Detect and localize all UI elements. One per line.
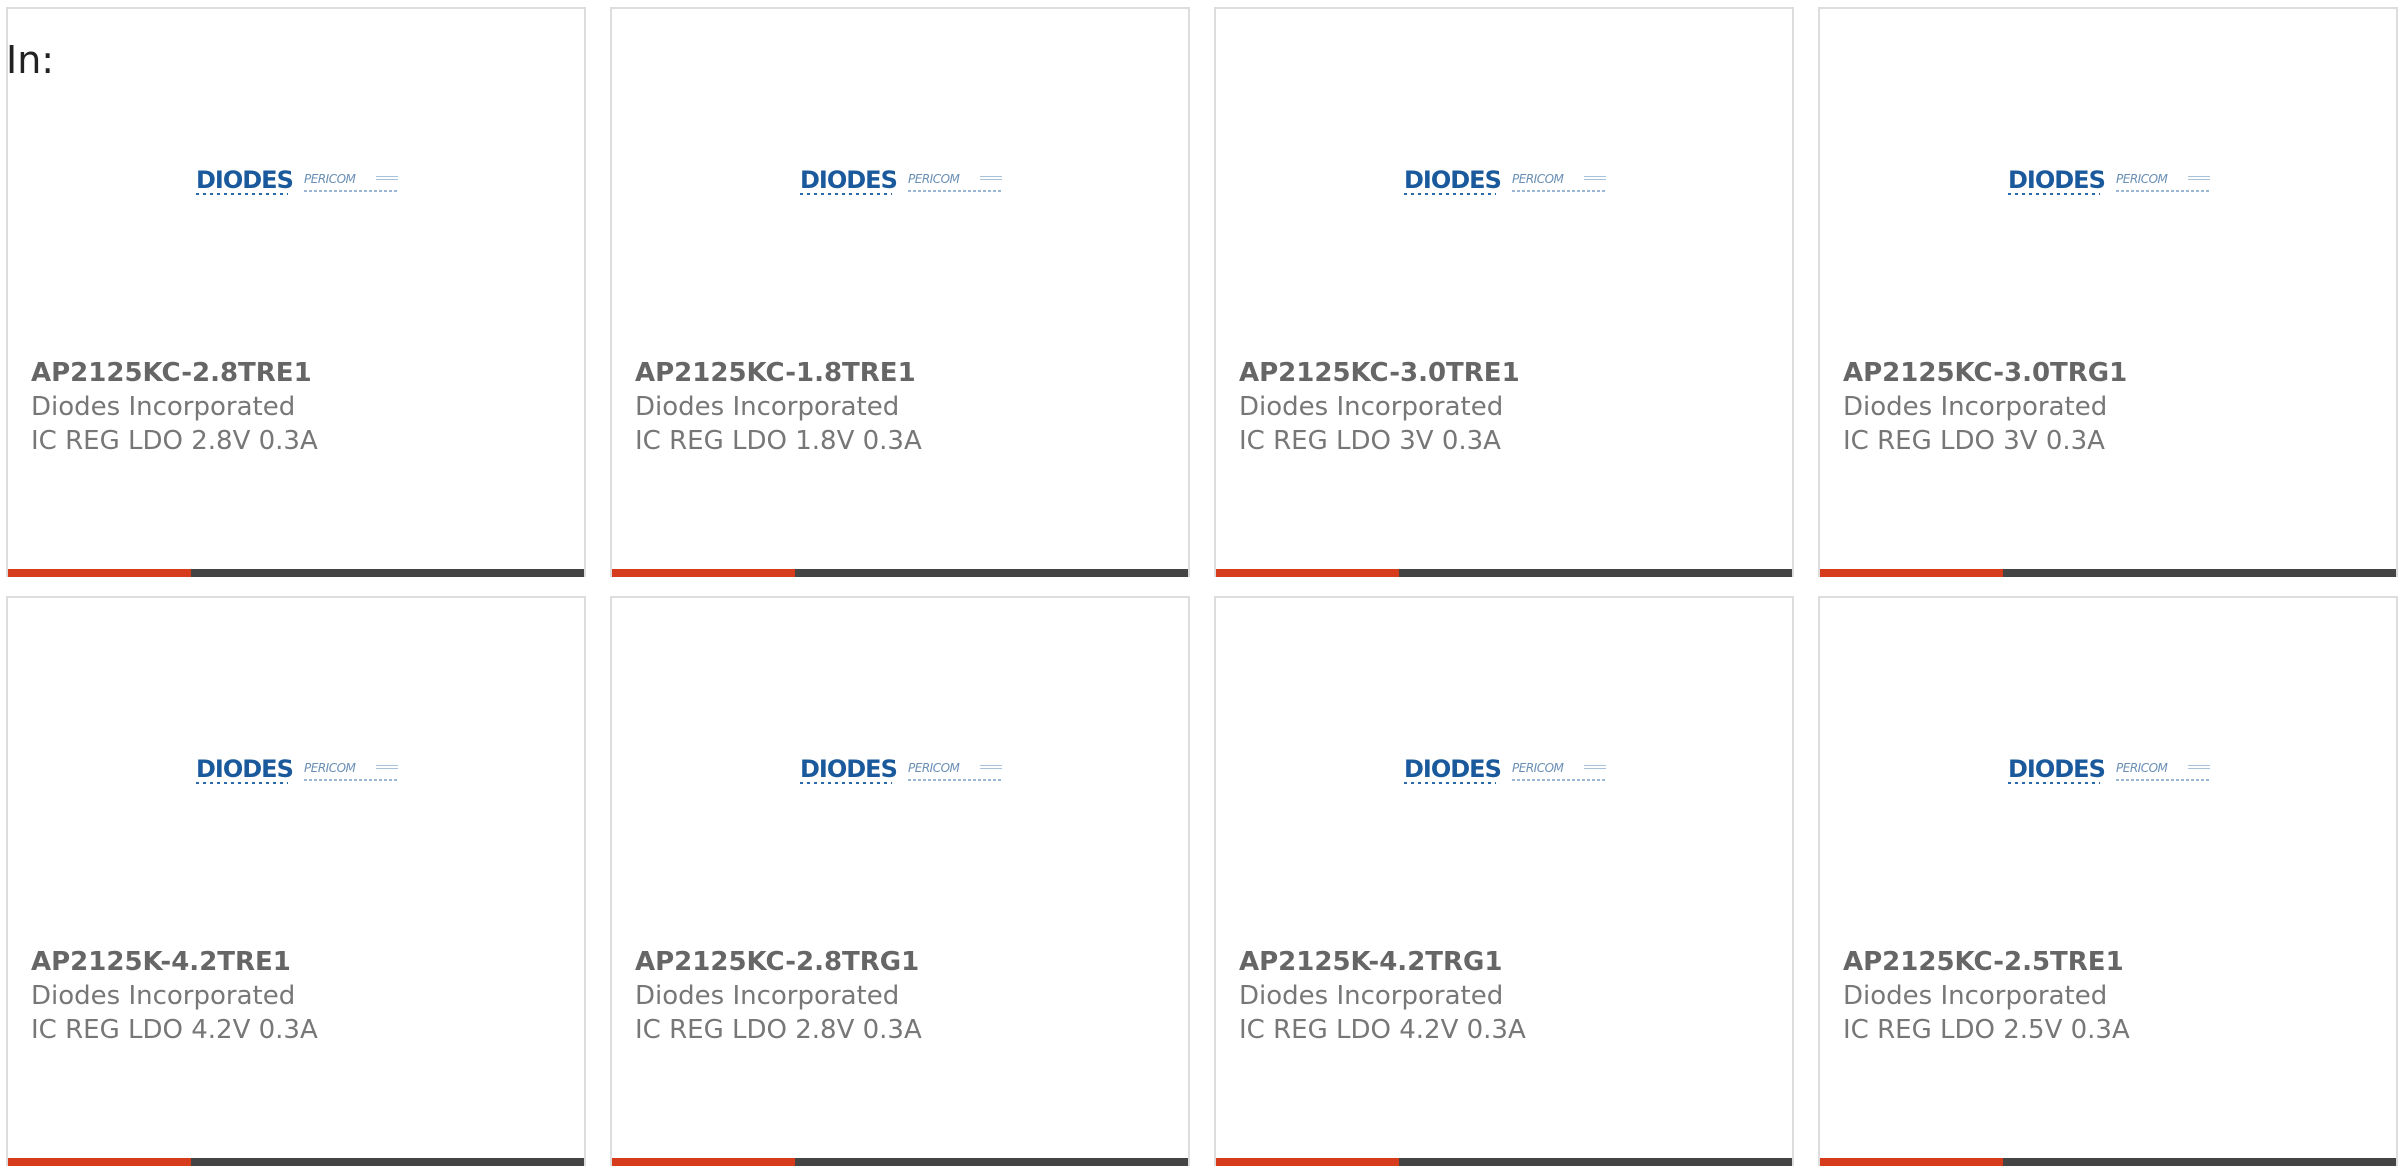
card-footer-bar bbox=[1820, 569, 2396, 577]
card-footer-accent bbox=[612, 569, 795, 577]
card-footer-bar bbox=[612, 569, 1188, 577]
card-footer-accent bbox=[1820, 569, 2003, 577]
card-footer-bar bbox=[1216, 1158, 1792, 1166]
card-footer-bar bbox=[1216, 569, 1792, 577]
logo-tagline-mark bbox=[980, 765, 1002, 771]
manufacturer-logo: DIODES PERICOM bbox=[1404, 168, 1614, 200]
section-heading: In: bbox=[6, 38, 55, 82]
manufacturer-logo: DIODES PERICOM bbox=[196, 757, 406, 789]
logo-secondary-text: PERICOM bbox=[908, 172, 960, 186]
manufacturer-name: Diodes Incorporated bbox=[31, 981, 296, 1011]
logo-tagline-underline bbox=[1512, 779, 1606, 781]
card-footer-accent bbox=[1820, 1158, 2003, 1166]
part-number[interactable]: AP2125K-4.2TRG1 bbox=[1239, 947, 1502, 977]
product-card[interactable]: DIODES PERICOM AP2125KC-3.0TRG1 Diodes I… bbox=[1818, 7, 2398, 577]
logo-main-text: DIODES bbox=[196, 755, 294, 783]
card-footer-accent bbox=[1216, 569, 1399, 577]
logo-tagline-mark bbox=[1584, 765, 1606, 771]
manufacturer-name: Diodes Incorporated bbox=[1239, 981, 1504, 1011]
manufacturer-logo: DIODES PERICOM bbox=[800, 757, 1010, 789]
logo-secondary-text: PERICOM bbox=[304, 172, 356, 186]
logo-tagline-mark bbox=[376, 765, 398, 771]
logo-secondary-text: PERICOM bbox=[2116, 172, 2168, 186]
logo-underline bbox=[196, 193, 288, 195]
logo-secondary-text: PERICOM bbox=[304, 761, 356, 775]
manufacturer-logo: DIODES PERICOM bbox=[2008, 757, 2218, 789]
logo-tagline-underline bbox=[908, 779, 1002, 781]
logo-underline bbox=[196, 782, 288, 784]
logo-underline bbox=[2008, 193, 2100, 195]
logo-tagline-underline bbox=[2116, 190, 2210, 192]
logo-main-text: DIODES bbox=[800, 166, 898, 194]
part-number[interactable]: AP2125KC-2.5TRE1 bbox=[1843, 947, 2124, 977]
logo-main-text: DIODES bbox=[1404, 166, 1502, 194]
card-footer-bar bbox=[1820, 1158, 2396, 1166]
product-description: IC REG LDO 2.8V 0.3A bbox=[635, 1015, 922, 1045]
part-number[interactable]: AP2125KC-3.0TRE1 bbox=[1239, 358, 1520, 388]
card-footer-bar bbox=[8, 1158, 584, 1166]
logo-underline bbox=[800, 782, 892, 784]
product-card[interactable]: DIODES PERICOM AP2125KC-2.5TRE1 Diodes I… bbox=[1818, 596, 2398, 1166]
logo-underline bbox=[800, 193, 892, 195]
manufacturer-name: Diodes Incorporated bbox=[1843, 392, 2108, 422]
logo-tagline-underline bbox=[1512, 190, 1606, 192]
logo-secondary-text: PERICOM bbox=[2116, 761, 2168, 775]
manufacturer-logo: DIODES PERICOM bbox=[2008, 168, 2218, 200]
product-card[interactable]: DIODES PERICOM AP2125K-4.2TRG1 Diodes In… bbox=[1214, 596, 1794, 1166]
logo-main-text: DIODES bbox=[1404, 755, 1502, 783]
logo-underline bbox=[1404, 193, 1496, 195]
logo-secondary-text: PERICOM bbox=[908, 761, 960, 775]
logo-tagline-mark bbox=[980, 176, 1002, 182]
manufacturer-name: Diodes Incorporated bbox=[31, 392, 296, 422]
logo-underline bbox=[2008, 782, 2100, 784]
card-footer-bar bbox=[612, 1158, 1188, 1166]
card-footer-accent bbox=[8, 569, 191, 577]
product-card[interactable]: DIODES PERICOM AP2125KC-2.8TRG1 Diodes I… bbox=[610, 596, 1190, 1166]
product-description: IC REG LDO 3V 0.3A bbox=[1239, 426, 1501, 456]
product-description: IC REG LDO 4.2V 0.3A bbox=[1239, 1015, 1526, 1045]
card-footer-accent bbox=[1216, 1158, 1399, 1166]
logo-tagline-mark bbox=[1584, 176, 1606, 182]
part-number[interactable]: AP2125KC-2.8TRE1 bbox=[31, 358, 312, 388]
card-footer-bar bbox=[8, 569, 584, 577]
logo-tagline-underline bbox=[908, 190, 1002, 192]
part-number[interactable]: AP2125K-4.2TRE1 bbox=[31, 947, 291, 977]
part-number[interactable]: AP2125KC-2.8TRG1 bbox=[635, 947, 919, 977]
logo-tagline-underline bbox=[304, 190, 398, 192]
part-number[interactable]: AP2125KC-3.0TRG1 bbox=[1843, 358, 2127, 388]
manufacturer-name: Diodes Incorporated bbox=[1843, 981, 2108, 1011]
product-description: IC REG LDO 3V 0.3A bbox=[1843, 426, 2105, 456]
part-number[interactable]: AP2125KC-1.8TRE1 bbox=[635, 358, 916, 388]
manufacturer-name: Diodes Incorporated bbox=[635, 392, 900, 422]
product-description: IC REG LDO 2.8V 0.3A bbox=[31, 426, 318, 456]
logo-tagline-underline bbox=[2116, 779, 2210, 781]
manufacturer-logo: DIODES PERICOM bbox=[800, 168, 1010, 200]
logo-main-text: DIODES bbox=[2008, 166, 2106, 194]
product-card[interactable]: DIODES PERICOM AP2125K-4.2TRE1 Diodes In… bbox=[6, 596, 586, 1166]
card-footer-accent bbox=[612, 1158, 795, 1166]
product-card[interactable]: DIODES PERICOM AP2125KC-1.8TRE1 Diodes I… bbox=[610, 7, 1190, 577]
logo-underline bbox=[1404, 782, 1496, 784]
logo-tagline-mark bbox=[376, 176, 398, 182]
product-card[interactable]: DIODES PERICOM AP2125KC-2.8TRE1 Diodes I… bbox=[6, 7, 586, 577]
logo-tagline-mark bbox=[2188, 176, 2210, 182]
logo-secondary-text: PERICOM bbox=[1512, 172, 1564, 186]
product-description: IC REG LDO 4.2V 0.3A bbox=[31, 1015, 318, 1045]
logo-tagline-underline bbox=[304, 779, 398, 781]
logo-main-text: DIODES bbox=[800, 755, 898, 783]
manufacturer-name: Diodes Incorporated bbox=[635, 981, 900, 1011]
manufacturer-logo: DIODES PERICOM bbox=[1404, 757, 1614, 789]
product-card[interactable]: DIODES PERICOM AP2125KC-3.0TRE1 Diodes I… bbox=[1214, 7, 1794, 577]
manufacturer-logo: DIODES PERICOM bbox=[196, 168, 406, 200]
logo-secondary-text: PERICOM bbox=[1512, 761, 1564, 775]
logo-main-text: DIODES bbox=[2008, 755, 2106, 783]
product-description: IC REG LDO 2.5V 0.3A bbox=[1843, 1015, 2130, 1045]
logo-tagline-mark bbox=[2188, 765, 2210, 771]
product-description: IC REG LDO 1.8V 0.3A bbox=[635, 426, 922, 456]
logo-main-text: DIODES bbox=[196, 166, 294, 194]
manufacturer-name: Diodes Incorporated bbox=[1239, 392, 1504, 422]
card-footer-accent bbox=[8, 1158, 191, 1166]
